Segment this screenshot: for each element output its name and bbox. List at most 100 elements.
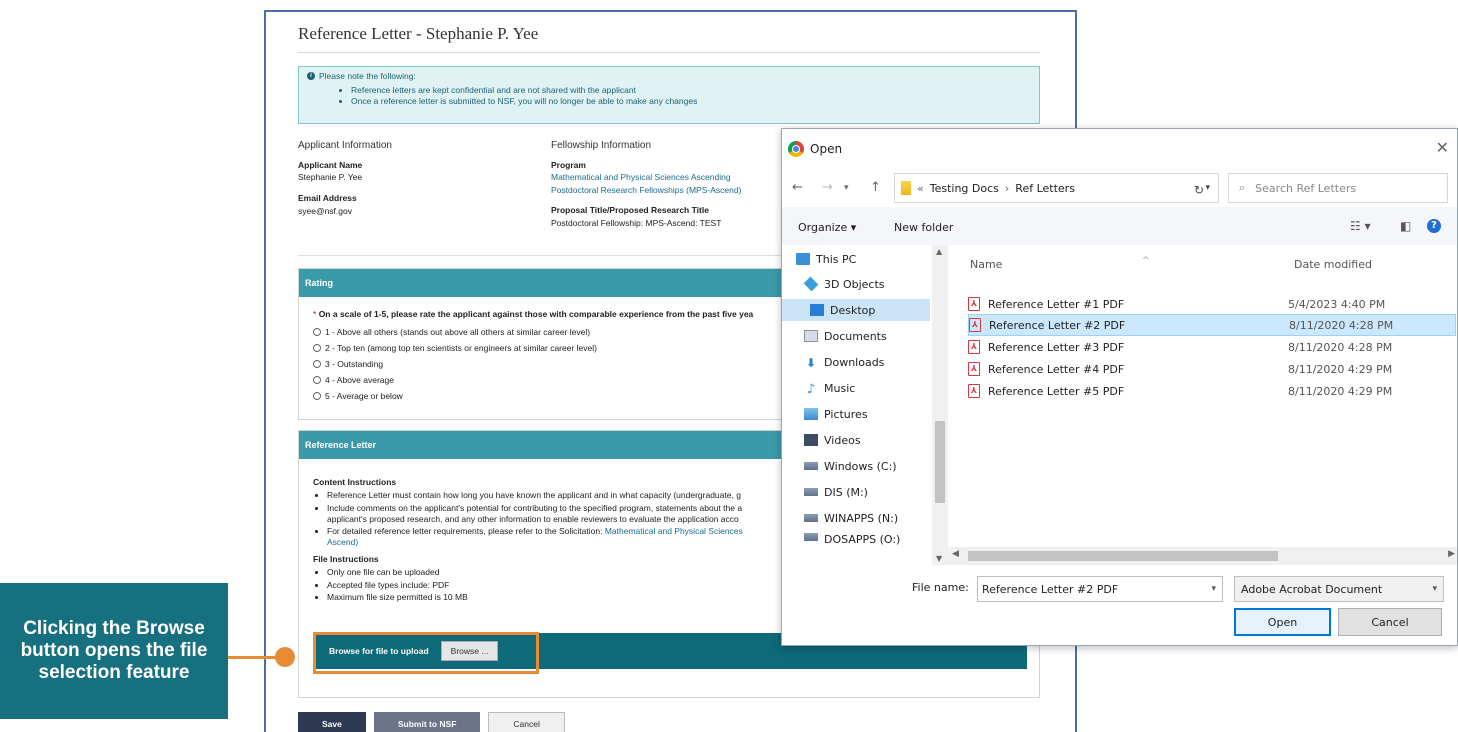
rating-option-label: 1 - Above all others (stands out above a… xyxy=(325,327,591,337)
downloads-icon: ⬇ xyxy=(805,356,817,370)
proposal-label: Proposal Title/Proposed Research Title xyxy=(551,205,709,215)
program-label: Program xyxy=(551,160,586,170)
rating-option-4[interactable]: 4 - Above average xyxy=(313,375,394,385)
scroll-up-icon[interactable]: ▲ xyxy=(936,247,942,256)
scroll-left-icon[interactable]: ◀ xyxy=(952,549,959,559)
program-link-line2[interactable]: Postdoctoral Research Fellowships (MPS-A… xyxy=(551,185,741,195)
file-name-input[interactable]: Reference Letter #2 PDF ▾ xyxy=(977,576,1223,602)
scroll-thumb[interactable] xyxy=(968,551,1278,561)
file-row[interactable]: ⅄ Reference Letter #4 PDF 8/11/2020 4:29 P… xyxy=(968,358,1456,380)
file-row[interactable]: ⅄ Reference Letter #1 PDF 5/4/2023 4:40 PM xyxy=(968,293,1456,315)
notice-item: Once a reference letter is submitted to … xyxy=(351,96,1031,106)
nav-item-videos[interactable]: Videos xyxy=(804,429,861,451)
nav-item-music[interactable]: ♪ Music xyxy=(804,377,855,399)
rating-option-label: 3 - Outstanding xyxy=(325,359,384,369)
navigation-pane: This PC 3D Objects Desktop Documents ⬇ Do… xyxy=(782,245,932,565)
radio-button[interactable] xyxy=(313,344,321,352)
search-placeholder: Search Ref Letters xyxy=(1255,181,1357,195)
nav-item-windows-c[interactable]: Windows (C:) xyxy=(804,455,897,477)
rating-option-label: 4 - Above average xyxy=(325,375,394,385)
view-options-icon[interactable]: ☷ ▾ xyxy=(1350,219,1371,233)
organize-menu[interactable]: Organize ▾ xyxy=(798,221,856,234)
videos-icon xyxy=(804,434,818,446)
nav-item-pictures[interactable]: Pictures xyxy=(804,403,868,425)
radio-button[interactable] xyxy=(313,328,321,336)
solicitation-link[interactable]: Mathematical and Physical Sciences xyxy=(605,526,743,536)
search-box[interactable]: ⌕ Search Ref Letters xyxy=(1228,173,1448,203)
radio-button[interactable] xyxy=(313,376,321,384)
file-row-selected[interactable]: ⅄ Reference Letter #2 PDF 8/11/2020 4:28 P… xyxy=(968,314,1456,336)
column-header-date-modified[interactable]: Date modified xyxy=(1294,258,1372,271)
program-link[interactable]: Mathematical and Physical Sciences Ascen… xyxy=(551,172,731,182)
scroll-right-icon[interactable]: ▶ xyxy=(1448,549,1455,559)
save-button[interactable]: Save xyxy=(298,712,366,732)
file-name-label: File name: xyxy=(912,581,969,594)
nav-item-documents[interactable]: Documents xyxy=(804,325,887,347)
rating-option-5[interactable]: 5 - Average or below xyxy=(313,391,403,401)
nav-item-desktop[interactable]: Desktop xyxy=(782,299,930,321)
back-arrow-icon[interactable]: ← xyxy=(792,180,803,195)
divider xyxy=(298,52,1040,53)
breadcrumb-item[interactable]: Ref Letters xyxy=(1015,182,1075,195)
file-type-value: Adobe Acrobat Document xyxy=(1241,582,1383,596)
nav-item-downloads[interactable]: ⬇ Downloads xyxy=(804,351,884,373)
nav-item-3d-objects[interactable]: 3D Objects xyxy=(803,273,885,295)
rating-option-3[interactable]: 3 - Outstanding xyxy=(313,359,383,369)
desktop-icon xyxy=(810,304,824,316)
chevron-down-icon[interactable]: ▾ xyxy=(1205,183,1210,193)
nav-item-winapps-n[interactable]: WINAPPS (N:) xyxy=(804,507,898,529)
address-row: ← → ▾ ↑ « Testing Docs › Ref Letters ▾ ↻… xyxy=(782,169,1457,207)
breadcrumb-separator: › xyxy=(1004,181,1010,195)
notice-heading: Please note the following: xyxy=(319,71,416,81)
nav-item-dis-m[interactable]: DIS (M:) xyxy=(804,481,868,503)
scroll-thumb[interactable] xyxy=(935,421,945,503)
applicant-name-label: Applicant Name xyxy=(298,160,363,170)
nav-item-dosapps-o[interactable]: DOSAPPS (O:) xyxy=(804,533,900,549)
open-button[interactable]: Open xyxy=(1234,608,1331,636)
radio-button[interactable] xyxy=(313,392,321,400)
chrome-icon xyxy=(788,141,804,157)
radio-button[interactable] xyxy=(313,360,321,368)
dialog-title: Open xyxy=(810,142,843,156)
submit-to-nsf-button[interactable]: Submit to NSF xyxy=(373,712,481,732)
close-icon[interactable]: ✕ xyxy=(1436,138,1449,157)
callout-box: Clicking the Browse button opens the fil… xyxy=(0,583,228,719)
nav-scrollbar[interactable]: ▲ ▼ xyxy=(932,245,948,565)
address-bar[interactable]: « Testing Docs › Ref Letters ▾ xyxy=(894,173,1219,203)
rating-option-1[interactable]: 1 - Above all others (stands out above a… xyxy=(313,327,590,337)
dialog-toolbar: Organize ▾ New folder ☷ ▾ ◧ ? xyxy=(782,207,1457,245)
rating-question: * On a scale of 1-5, please rate the app… xyxy=(313,309,753,319)
nav-item-this-pc[interactable]: This PC xyxy=(796,248,856,270)
rating-option-2[interactable]: 2 - Top ten (among top ten scientists or… xyxy=(313,343,597,353)
rating-question-text: On a scale of 1-5, please rate the appli… xyxy=(318,309,754,319)
file-row[interactable]: ⅄ Reference Letter #5 PDF 8/11/2020 4:29 P… xyxy=(968,380,1456,402)
breadcrumb-item[interactable]: Testing Docs xyxy=(930,182,999,195)
column-header-name[interactable]: Name ^ xyxy=(970,256,1150,271)
file-row[interactable]: ⅄ Reference Letter #3 PDF 8/11/2020 4:28 P… xyxy=(968,336,1456,358)
new-folder-button[interactable]: New folder xyxy=(894,221,953,234)
recent-dropdown-icon[interactable]: ▾ xyxy=(844,183,849,193)
file-type-select[interactable]: Adobe Acrobat Document ▾ xyxy=(1234,576,1444,602)
pc-icon xyxy=(796,253,810,265)
horizontal-scrollbar[interactable]: ◀ ▶ xyxy=(948,547,1457,565)
highlight-box xyxy=(313,632,539,674)
cancel-button[interactable]: Cancel xyxy=(488,712,565,732)
chevron-down-icon[interactable]: ▾ xyxy=(1211,584,1216,594)
pictures-icon xyxy=(804,408,818,420)
help-icon[interactable]: ? xyxy=(1427,219,1441,233)
network-drive-icon xyxy=(804,514,818,522)
chevron-down-icon[interactable]: ▾ xyxy=(1432,584,1437,594)
scroll-down-icon[interactable]: ▼ xyxy=(936,554,942,563)
notice-item: Reference letters are kept confidential … xyxy=(351,85,1031,95)
refresh-icon[interactable]: ↻ xyxy=(1194,183,1204,197)
preview-pane-icon[interactable]: ◧ xyxy=(1400,219,1411,233)
file-list: Name ^ Date modified ⅄ Reference Letter #1… xyxy=(948,245,1457,565)
page-title: Reference Letter - Stephanie P. Yee xyxy=(298,24,539,43)
dialog-cancel-button[interactable]: Cancel xyxy=(1338,608,1442,636)
up-arrow-icon[interactable]: ↑ xyxy=(870,180,881,195)
forward-arrow-icon[interactable]: → xyxy=(822,180,833,195)
open-file-dialog: Open ✕ ← → ▾ ↑ « Testing Docs › Ref Lett… xyxy=(781,128,1458,646)
email-label: Email Address xyxy=(298,193,357,203)
music-icon: ♪ xyxy=(806,382,816,397)
search-icon: ⌕ xyxy=(1239,181,1246,194)
